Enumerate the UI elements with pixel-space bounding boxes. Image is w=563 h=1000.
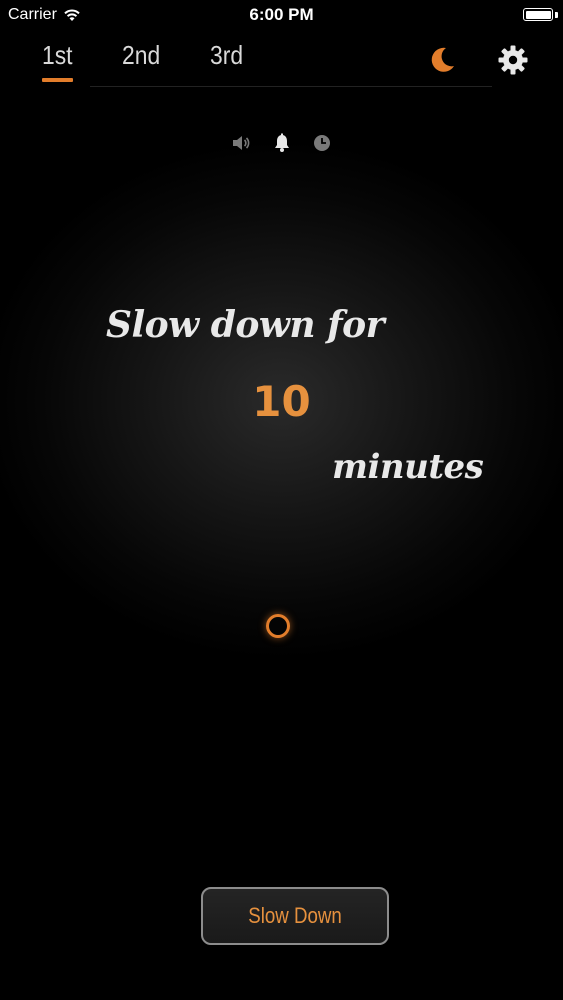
- message-suffix: minutes: [332, 447, 484, 487]
- gear-icon[interactable]: [497, 44, 529, 76]
- tab-1st[interactable]: 1st: [42, 40, 73, 71]
- clock-icon[interactable]: [311, 132, 333, 154]
- status-time: 6:00 PM: [249, 5, 314, 24]
- nav-divider: [90, 86, 492, 87]
- alert-mode-icons: [226, 132, 336, 156]
- message-prefix: Slow down for: [106, 304, 385, 346]
- slow-down-button[interactable]: Slow Down: [201, 887, 389, 945]
- status-ring-indicator: [266, 614, 290, 638]
- tab-3rd[interactable]: 3rd: [210, 40, 243, 71]
- battery-icon: [523, 8, 553, 21]
- status-bar: Carrier 6:00 PM: [0, 0, 563, 30]
- period-tabs: 1st 2nd 3rd: [0, 40, 563, 90]
- slow-down-button-label: Slow Down: [248, 903, 342, 928]
- battery-tip: [555, 12, 558, 18]
- selected-tab-indicator: [42, 78, 73, 82]
- moon-icon[interactable]: [426, 44, 458, 76]
- app-screen: Carrier 6:00 PM 1st 2nd 3rd Slow down fo…: [0, 0, 563, 1000]
- battery-level: [525, 10, 551, 19]
- tab-2nd[interactable]: 2nd: [122, 40, 160, 71]
- speaker-icon[interactable]: [230, 132, 252, 154]
- bell-icon[interactable]: [271, 132, 293, 154]
- minutes-value: 10: [252, 377, 311, 426]
